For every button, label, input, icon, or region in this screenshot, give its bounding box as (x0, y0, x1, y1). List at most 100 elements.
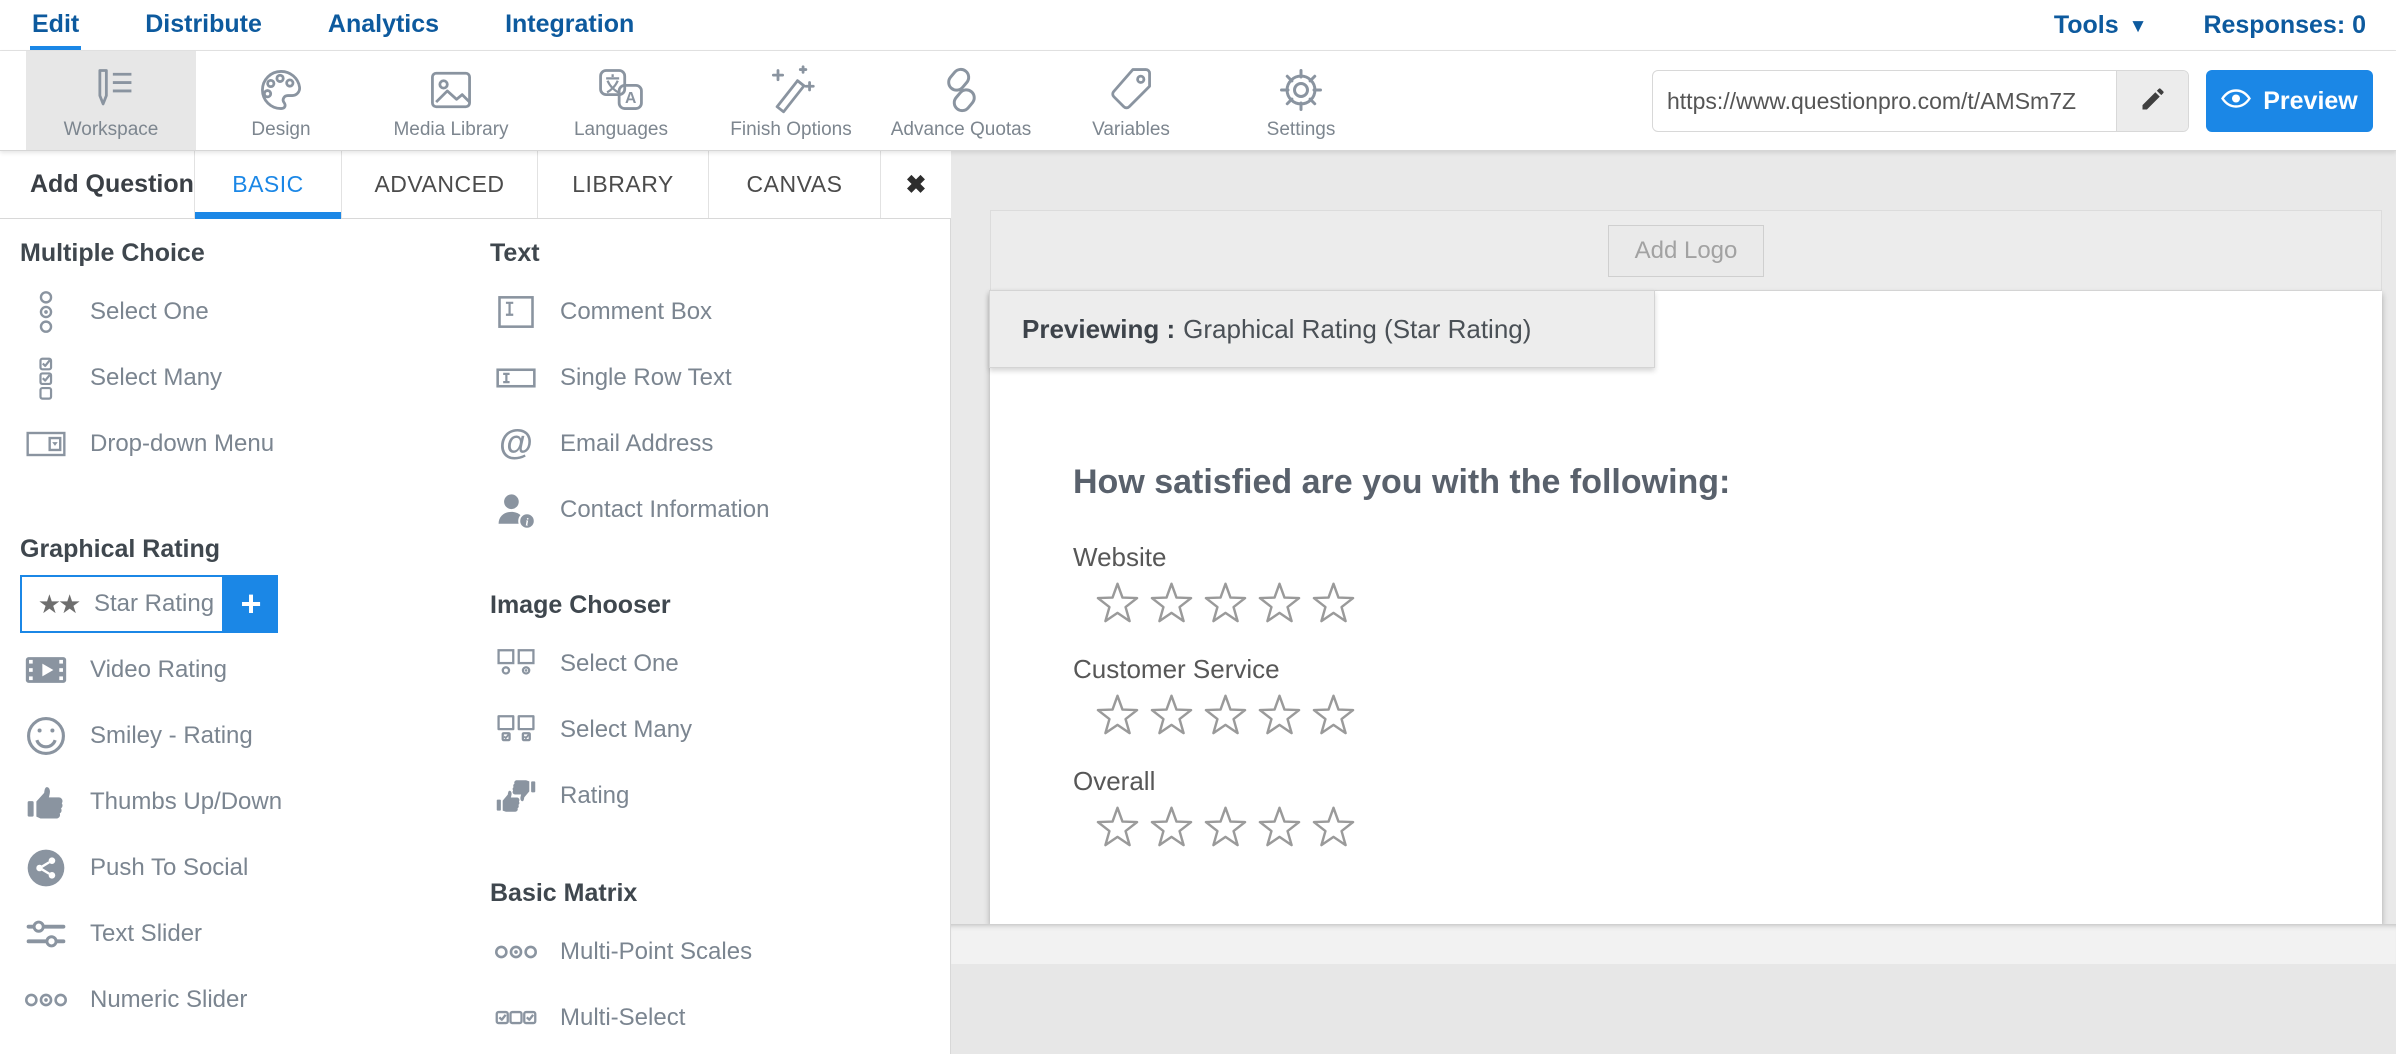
smiley-rating-icon (20, 714, 72, 758)
palette-item-text-email-address[interactable]: @ Email Address (490, 411, 940, 477)
svg-text:@: @ (499, 423, 533, 462)
video-rating-icon (20, 648, 72, 692)
survey-url-input[interactable] (1653, 71, 2116, 131)
add-question-plus-button[interactable]: + (224, 575, 278, 633)
rating-row-label: Website (1073, 542, 1730, 573)
palette-item-graphical-rating-video-rating[interactable]: Video Rating (20, 637, 470, 703)
palette-col-2: Text Comment BoxSingle Row Text @ Email Add… (490, 219, 940, 1051)
palette-item-label: Contact Information (560, 496, 769, 524)
star-rating-control (1095, 693, 1730, 738)
eye-icon (2221, 87, 2251, 116)
email-address-icon: @ (490, 422, 542, 466)
responses-link[interactable]: Responses: 0 (2203, 11, 2366, 40)
settings-icon (1275, 60, 1327, 116)
star-icon[interactable] (1203, 581, 1248, 626)
star-icon[interactable] (1257, 693, 1302, 738)
toolbar-button-advance-quotas[interactable]: Advance Quotas (876, 51, 1046, 150)
toolbar-button-label: Variables (1092, 119, 1170, 141)
palette-item-label: Smiley - Rating (90, 722, 253, 750)
palette-item-graphical-rating-text-slider[interactable]: Text Slider (20, 901, 470, 967)
star-rating-icon: ★★ (32, 589, 84, 620)
palette-section-basic-matrix: Basic MatrixMulti-Point ScalesMulti-Sele… (490, 875, 940, 1051)
palette-item-basic-matrix-multi-select[interactable]: Multi-Select (490, 985, 940, 1051)
advance-quotas-icon (935, 60, 987, 116)
palette-item-label: Select Many (560, 716, 692, 744)
star-icon[interactable] (1257, 581, 1302, 626)
toolbar-button-settings[interactable]: Settings (1216, 51, 1386, 150)
nav-item-distribute[interactable]: Distribute (143, 0, 264, 50)
star-icon[interactable] (1203, 693, 1248, 738)
tab-basic[interactable]: BASIC (194, 151, 341, 218)
toolbar-button-languages[interactable]: ALanguages (536, 51, 706, 150)
palette-item-multiple-choice-select-one[interactable]: Select One (20, 279, 470, 345)
multi-select-icon (490, 996, 542, 1040)
contact-information-icon: i (490, 488, 542, 532)
close-icon: ✖ (906, 170, 927, 200)
nav-item-integration[interactable]: Integration (503, 0, 636, 50)
star-icon[interactable] (1095, 693, 1140, 738)
numeric-slider-icon (20, 978, 72, 1022)
palette-item-label: Select Many (90, 364, 222, 392)
preview-button[interactable]: Preview (2206, 70, 2373, 132)
tab-canvas[interactable]: CANVAS (708, 151, 880, 218)
palette-item-basic-matrix-multi-point-scales[interactable]: Multi-Point Scales (490, 919, 940, 985)
palette-item-label: Rating (560, 782, 629, 810)
star-icon[interactable] (1149, 693, 1194, 738)
palette-item-image-chooser-select-one[interactable]: Select One (490, 631, 940, 697)
select-one-radio-icon (20, 288, 72, 336)
star-icon[interactable] (1311, 581, 1356, 626)
star-icon[interactable] (1203, 805, 1248, 850)
palette-item-graphical-rating-push-to-social[interactable]: Push To Social (20, 835, 470, 901)
star-icon[interactable] (1257, 805, 1302, 850)
palette-section-graphical-rating: Graphical Rating★★Star Rating+Video Rati… (20, 531, 470, 1033)
toolbar-button-variables[interactable]: Variables (1046, 51, 1216, 150)
palette-item-image-chooser-select-many[interactable]: Select Many (490, 697, 940, 763)
palette-item-star-rating-selected[interactable]: ★★Star Rating+ (20, 575, 278, 633)
add-logo-button[interactable]: Add Logo (1608, 225, 1765, 277)
palette-item-text-single-row-text[interactable]: Single Row Text (490, 345, 940, 411)
nav-item-edit[interactable]: Edit (30, 0, 81, 50)
preview-button-label: Preview (2263, 87, 2358, 116)
star-icon[interactable] (1095, 581, 1140, 626)
toolbar-button-workspace[interactable]: Workspace (26, 51, 196, 150)
toolbar-button-finish-options[interactable]: Finish Options (706, 51, 876, 150)
question-block: How satisfied are you with the following… (1073, 463, 1730, 850)
star-icon[interactable] (1311, 693, 1356, 738)
toolbar-button-label: Finish Options (730, 119, 851, 141)
nav-item-analytics[interactable]: Analytics (326, 0, 441, 50)
star-icon[interactable] (1311, 805, 1356, 850)
star-icon[interactable] (1149, 581, 1194, 626)
palette-item-image-chooser-rating[interactable]: Rating (490, 763, 940, 829)
palette-section-title: Text (490, 235, 940, 271)
edit-url-button[interactable] (2116, 71, 2188, 131)
questionpro-survey-editor: Edit Distribute Analytics Integration Tools… (0, 0, 2396, 1054)
palette-item-multiple-choice-drop-down-menu[interactable]: Drop-down Menu (20, 411, 470, 477)
star-icon[interactable] (1149, 805, 1194, 850)
toolbar-button-media-library[interactable]: Media Library (366, 51, 536, 150)
palette-item-label: Select One (90, 298, 209, 326)
dropdown-menu-icon (20, 420, 72, 468)
tab-advanced[interactable]: ADVANCED (341, 151, 537, 218)
tools-menu[interactable]: Tools ▼ (2054, 11, 2148, 40)
palette-item-graphical-rating-numeric-slider[interactable]: Numeric Slider (20, 967, 470, 1033)
palette-item-label: Email Address (560, 430, 713, 458)
toolbar-button-design[interactable]: Design (196, 51, 366, 150)
palette-item-label: Multi-Select (560, 1004, 685, 1032)
finish-options-icon (765, 60, 817, 116)
rating-row-overall: Overall (1073, 766, 1730, 850)
close-panel-button[interactable]: ✖ (880, 151, 951, 218)
rating-rows: WebsiteCustomer ServiceOverall (1073, 542, 1730, 850)
palette-item-text-comment-box[interactable]: Comment Box (490, 279, 940, 345)
palette-item-text-contact-information[interactable]: i Contact Information (490, 477, 940, 543)
question-panel-tabrow: Add Question BASICADVANCEDLIBRARYCANVAS … (0, 151, 951, 219)
tab-library[interactable]: LIBRARY (537, 151, 708, 218)
star-icon[interactable] (1095, 805, 1140, 850)
palette-item-graphical-rating-smiley-rating[interactable]: Smiley - Rating (20, 703, 470, 769)
palette-section-image-chooser: Image ChooserSelect OneSelect ManyRating (490, 587, 940, 829)
toolbar-button-label: Workspace (64, 119, 159, 141)
rating-row-label: Overall (1073, 766, 1730, 797)
palette-item-graphical-rating-thumbs-up-down[interactable]: Thumbs Up/Down (20, 769, 470, 835)
thumbs-up-down-icon (20, 780, 72, 824)
palette-item-multiple-choice-select-many[interactable]: Select Many (20, 345, 470, 411)
variables-icon (1105, 60, 1157, 116)
